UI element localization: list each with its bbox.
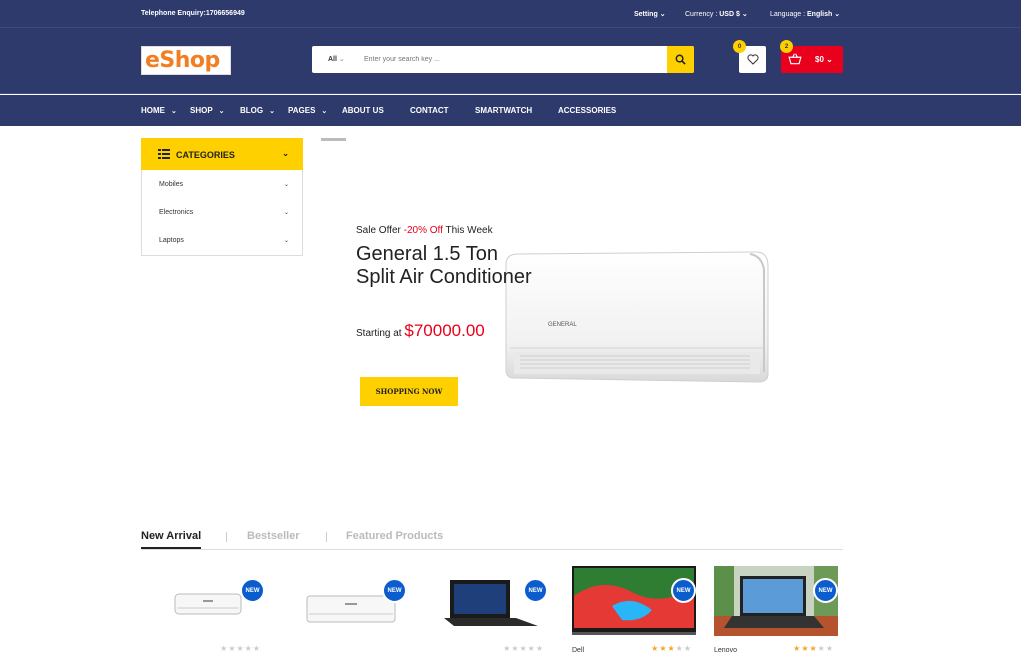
new-badge: NEW <box>813 578 838 603</box>
chevron-down-icon: ⌄ <box>171 108 177 115</box>
chevron-down-icon: ⌄ <box>321 108 328 115</box>
product-brand: Dell <box>572 647 585 654</box>
hero-unit-brand: GENERAL <box>548 322 577 328</box>
hero-price-prefix: Starting at <box>356 328 402 339</box>
chevron-down-icon: ⌄ <box>283 238 289 244</box>
new-badge: NEW <box>523 578 548 603</box>
cart-count-badge: 2 <box>780 40 793 53</box>
hero-sale-prefix: Sale Offer <box>356 225 401 236</box>
hero-title: General 1.5 Ton Split Air Conditioner <box>356 243 532 288</box>
hero-product-image: GENERAL <box>500 250 770 384</box>
tab-divider <box>326 532 327 542</box>
basket-icon <box>788 53 802 65</box>
shopping-now-button[interactable]: SHOPPING NOW <box>360 377 458 406</box>
chevron-down-icon: ⌄ <box>282 149 289 158</box>
categories-header[interactable]: CATEGORIES ⌄ <box>141 138 303 170</box>
search-category-select[interactable]: All ⌄ <box>328 55 345 63</box>
tab-divider <box>226 532 227 542</box>
search-bar: All ⌄ <box>312 46 694 73</box>
chevron-down-icon: ⌄ <box>283 182 289 188</box>
category-item-laptops[interactable]: Laptops ⌄ <box>159 237 289 244</box>
hero-sale-off: -20% Off <box>403 225 443 236</box>
chevron-down-icon: ⌄ <box>338 56 345 63</box>
nav-item-label: BLOG <box>240 106 264 115</box>
star-rating: ★★★★★ <box>220 644 261 653</box>
search-button[interactable] <box>667 46 694 73</box>
category-label: Mobiles <box>159 181 184 188</box>
phone-enquiry: Telephone Enquiry:1706656949 <box>141 10 245 17</box>
nav-item-about-us[interactable]: ABOUT US <box>342 106 384 115</box>
slider-indicator[interactable] <box>321 138 346 141</box>
top-bar: Telephone Enquiry:1706656949 Setting ⌄ Cu… <box>0 0 1021 28</box>
category-label: Electronics <box>159 209 194 216</box>
tab-new-arrival[interactable]: New Arrival <box>141 530 202 549</box>
heart-icon <box>746 54 759 65</box>
hero-sale-line: Sale Offer -20% Off This Week <box>356 225 493 236</box>
logo[interactable]: eShop <box>141 46 231 75</box>
currency-dropdown[interactable]: Currency : USD $ ⌄ <box>685 10 748 18</box>
new-badge: NEW <box>671 578 696 603</box>
hero-price-line: Starting at $70000.00 <box>356 321 485 341</box>
star-rating: ★★★★★ <box>793 644 834 653</box>
hero-sale-suffix: This Week <box>445 225 493 236</box>
nav-item-label: SHOP <box>190 106 213 115</box>
product-tabs: New Arrival Bestseller Featured Products <box>141 530 843 550</box>
language-value: English <box>807 11 833 18</box>
chevron-down-icon: ⌄ <box>741 11 748 18</box>
cart-total: $0 ⌄ <box>815 55 833 64</box>
nav-item-pages[interactable]: PAGES ⌄ <box>288 106 327 115</box>
product-card[interactable]: NEW ★★★★★ <box>424 566 548 654</box>
nav-item-accessories[interactable]: ACCESSORIES <box>558 106 616 115</box>
search-input[interactable] <box>364 50 664 69</box>
site-header: eShop All ⌄ 0 2 $0 ⌄ <box>0 28 1021 94</box>
currency-value: USD $ <box>719 11 740 18</box>
nav-item-shop[interactable]: SHOP ⌄ <box>190 106 225 115</box>
chevron-down-icon: ⌄ <box>826 55 833 64</box>
nav-item-smartwatch[interactable]: SMARTWATCH <box>475 106 532 115</box>
star-rating: ★★★★★ <box>503 644 544 653</box>
product-card[interactable]: NEW Lenovo ★★★★★ <box>714 566 838 654</box>
tab-featured-products[interactable]: Featured Products <box>346 530 443 542</box>
chevron-down-icon: ⌄ <box>269 108 275 115</box>
new-badge: NEW <box>240 578 265 603</box>
new-badge: NEW <box>382 578 407 603</box>
chevron-down-icon: ⌄ <box>218 108 225 115</box>
currency-label: Currency : <box>685 11 718 18</box>
nav-item-blog[interactable]: BLOG ⌄ <box>240 106 275 115</box>
nav-item-home[interactable]: HOME ⌄ <box>141 106 177 115</box>
grid-icon <box>158 149 170 159</box>
chevron-down-icon: ⌄ <box>659 11 666 18</box>
category-item-mobiles[interactable]: Mobiles ⌄ <box>159 181 289 188</box>
main-nav: HOME ⌄ SHOP ⌄ BLOG ⌄ PAGES ⌄ ABOUT US CONTAC… <box>0 95 1021 126</box>
chevron-down-icon: ⌄ <box>834 11 841 18</box>
nav-item-label: HOME <box>141 106 165 115</box>
nav-item-label: PAGES <box>288 106 316 115</box>
cart-total-value: $0 <box>815 55 824 64</box>
product-brand: Lenovo <box>714 647 737 654</box>
setting-label: Setting <box>634 11 658 18</box>
chevron-down-icon: ⌄ <box>283 210 289 216</box>
categories-panel: CATEGORIES ⌄ Mobiles ⌄ Electronics ⌄ Lapto… <box>141 138 303 256</box>
hero-price: $70000.00 <box>404 321 485 340</box>
wishlist-count-badge: 0 <box>733 40 746 53</box>
categories-title: CATEGORIES <box>176 150 235 160</box>
category-label: Laptops <box>159 237 184 244</box>
star-rating: ★★★★★ <box>651 644 692 653</box>
wishlist-button[interactable]: 0 <box>733 40 766 73</box>
language-label: Language : <box>770 11 806 18</box>
category-item-electronics[interactable]: Electronics ⌄ <box>159 209 289 216</box>
setting-dropdown[interactable]: Setting ⌄ <box>634 10 666 18</box>
tab-bestseller[interactable]: Bestseller <box>247 530 300 542</box>
cart-button[interactable]: 2 $0 ⌄ <box>780 40 843 73</box>
search-category-label: All <box>328 56 337 63</box>
product-card[interactable]: NEW <box>283 566 407 654</box>
nav-item-contact[interactable]: CONTACT <box>410 106 449 115</box>
search-icon <box>675 54 686 65</box>
product-card[interactable]: NEW ★★★★★ <box>141 566 265 654</box>
language-dropdown[interactable]: Language : English ⌄ <box>770 10 840 18</box>
product-card[interactable]: NEW Dell ★★★★★ <box>572 566 696 654</box>
